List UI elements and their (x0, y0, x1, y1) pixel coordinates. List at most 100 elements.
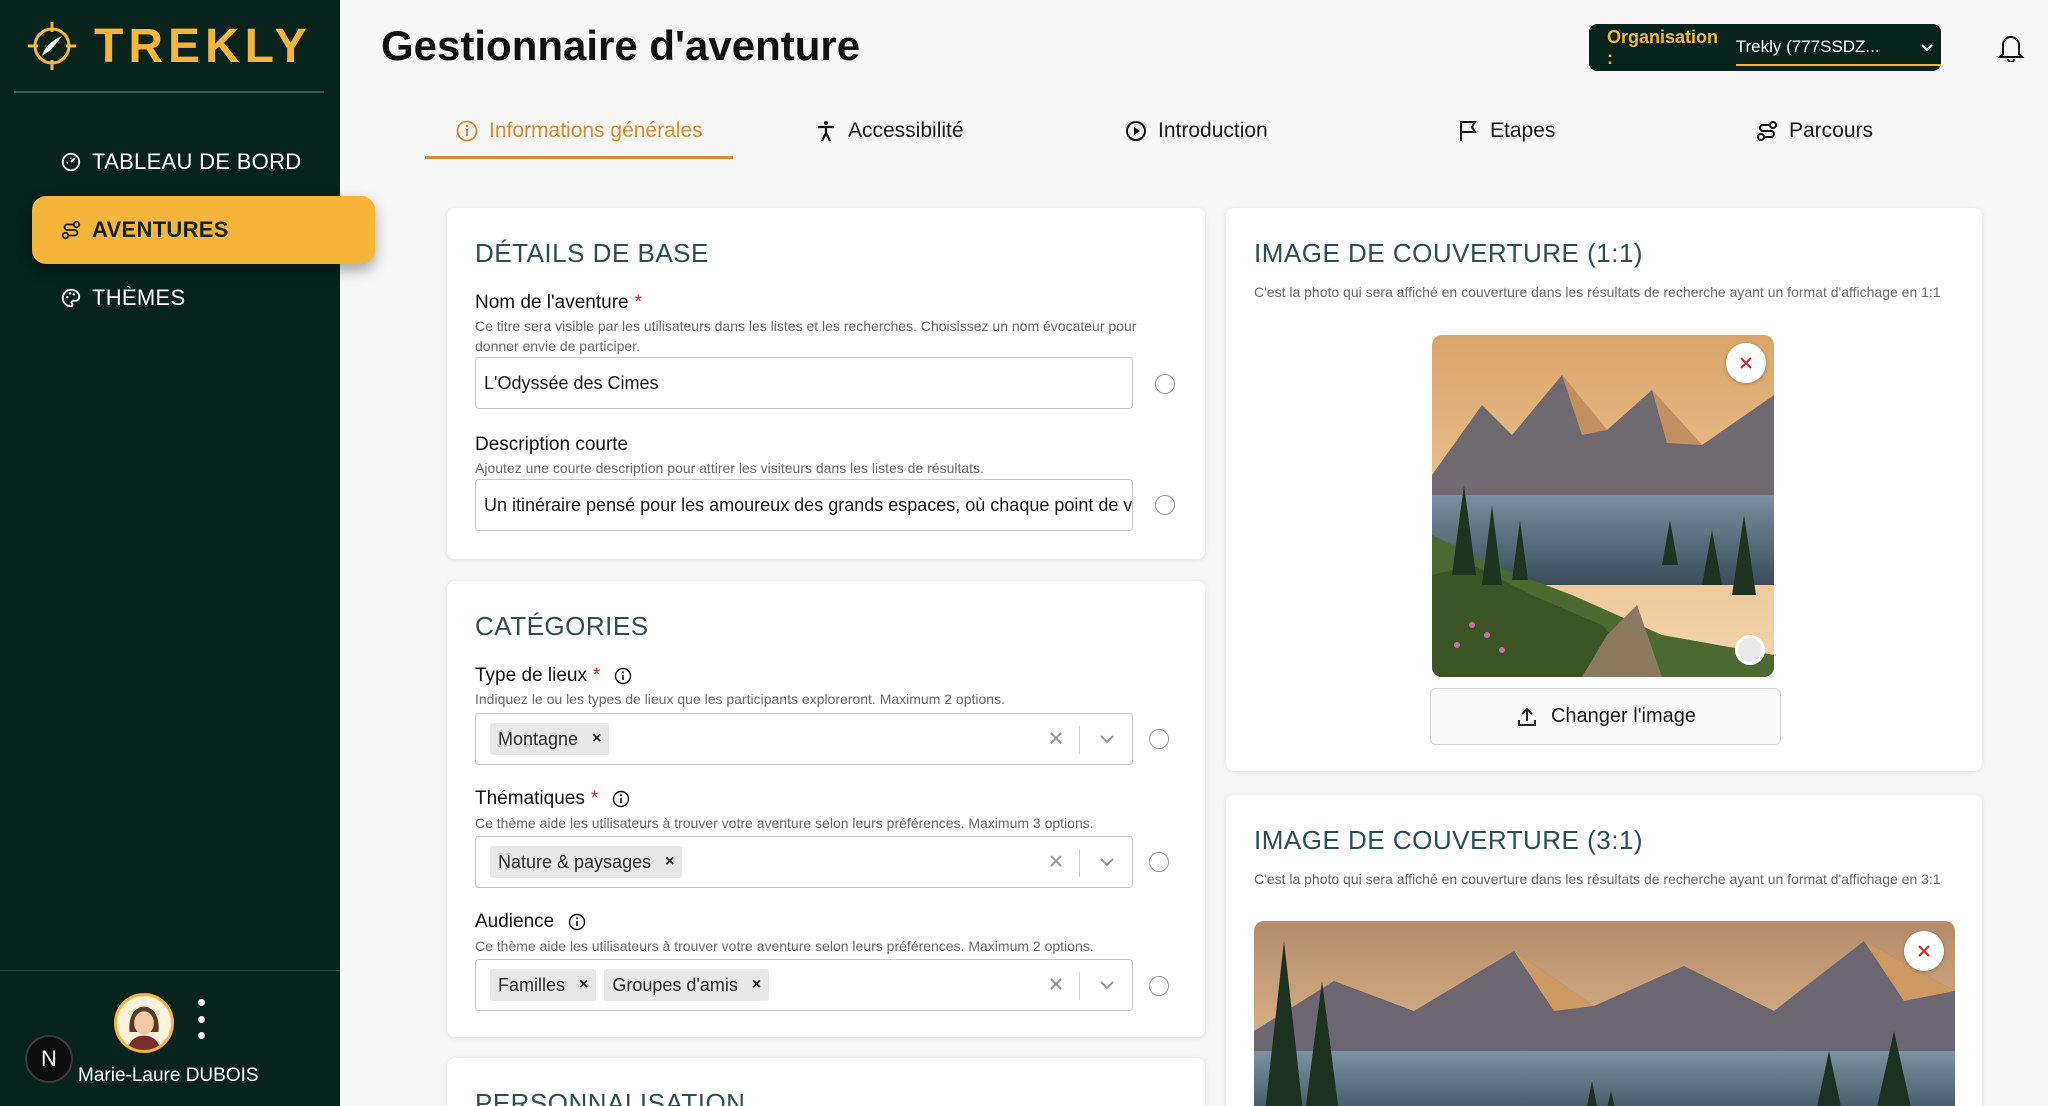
remove-image-button[interactable] (1726, 343, 1766, 383)
personalisation-title: PERSONNALISATION (475, 1088, 746, 1106)
details-card: DÉTAILS DE BASE Nom de l'aventure * Ce ti… (447, 208, 1205, 559)
active-tab-indicator (425, 156, 733, 159)
dashboard-icon (61, 152, 81, 172)
chevron-down-icon[interactable] (1096, 974, 1118, 996)
name-radio[interactable] (1155, 374, 1175, 394)
user-panel: N Marie-Laure DUBOIS (0, 970, 340, 1106)
short-desc-radio[interactable] (1155, 495, 1175, 515)
accessibility-icon (818, 121, 834, 142)
avatar[interactable] (114, 993, 174, 1053)
tab-label: Accessibilité (848, 119, 964, 142)
select-separator (1079, 726, 1080, 754)
route-icon (1757, 121, 1777, 141)
name-label: Nom de l'aventure (475, 292, 629, 313)
tab-etapes[interactable]: Etapes (1456, 110, 1555, 152)
tab-accessibilite[interactable]: Accessibilité (814, 110, 964, 152)
place-label: Type de lieux (475, 665, 587, 686)
logo[interactable]: TREKLY (24, 18, 312, 74)
notification-badge[interactable]: N (25, 1035, 73, 1083)
cover-wide-help: C'est la photo qui sera affiché en couve… (1254, 871, 1941, 887)
required-marker: * (634, 292, 643, 313)
select-separator (1079, 972, 1080, 1000)
bell-icon[interactable] (1997, 32, 2025, 62)
cover-square-card: IMAGE DE COUVERTURE (1:1) C'est la photo… (1226, 208, 1982, 771)
adventure-name-input[interactable]: L'Odyssée des Cimes (475, 357, 1133, 409)
tab-informations-generales[interactable]: Informations générales (455, 110, 703, 152)
chip: Nature & paysages × (490, 846, 683, 878)
sidebar-nav: TABLEAU DE BORD AVENTURES THÈMES (32, 128, 375, 332)
cover-square-help: C'est la photo qui sera affiché en couve… (1254, 284, 1941, 300)
info-icon[interactable] (568, 913, 586, 931)
logo-divider (14, 91, 324, 93)
place-radio[interactable] (1149, 729, 1169, 749)
change-image-button[interactable]: Changer l'image (1430, 688, 1781, 745)
personalisation-card: PERSONNALISATION (447, 1058, 1205, 1106)
tab-parcours[interactable]: Parcours (1755, 110, 1873, 152)
clear-icon[interactable] (1046, 851, 1066, 871)
organisation-value: Trekly (777SSDZ... (1735, 36, 1880, 56)
tab-label: Etapes (1490, 119, 1556, 142)
clear-icon[interactable] (1046, 728, 1066, 748)
tab-introduction[interactable]: Introduction (1124, 110, 1268, 152)
info-icon[interactable] (612, 790, 630, 808)
user-menu-button[interactable] (194, 999, 208, 1039)
remove-wide-image-button[interactable] (1904, 931, 1944, 971)
place-help: Indiquez le ou les types de lieux que le… (475, 691, 1005, 707)
play-icon (1126, 121, 1146, 141)
sidebar-item-dashboard[interactable]: TABLEAU DE BORD (32, 128, 375, 196)
info-icon[interactable] (614, 667, 632, 685)
cover-wide-image (1254, 921, 1955, 1106)
brand-name: TREKLY (94, 19, 312, 73)
theme-label-row: Thématiques * (475, 788, 630, 810)
user-avatar-icon (127, 1006, 161, 1050)
upload-icon (1517, 707, 1536, 726)
name-label-row: Nom de l'aventure * (475, 292, 642, 314)
audience-select[interactable]: Familles × Groupes d'amis × (475, 959, 1133, 1011)
theme-label: Thématiques (475, 788, 585, 809)
audience-label-row: Audience (475, 911, 586, 933)
short-desc-label-row: Description courte (475, 434, 628, 456)
sidebar-item-themes[interactable]: THÈMES (32, 264, 375, 332)
user-name: Marie-Laure DUBOIS (78, 1065, 259, 1086)
chip-label: Nature & paysages (498, 851, 652, 872)
short-description-input[interactable]: Un itinéraire pensé pour les amoureux de… (475, 479, 1133, 531)
mountain-lake-wide-image (1254, 921, 1955, 1106)
audience-radio[interactable] (1149, 976, 1169, 996)
place-type-select[interactable]: Montagne × (475, 713, 1133, 765)
flag-icon (1460, 121, 1477, 141)
route-icon (61, 220, 81, 240)
clear-icon[interactable] (1046, 974, 1066, 994)
cover-square-image (1432, 335, 1774, 677)
details-title: DÉTAILS DE BASE (475, 238, 709, 268)
theme-help: Ce thème aide les utilisateurs à trouver… (475, 815, 1094, 831)
organisation-selector: Organisation : Trekly (777SSDZ... (1589, 24, 1941, 71)
audience-help: Ce thème aide les utilisateurs à trouver… (475, 938, 1094, 954)
theme-radio[interactable] (1149, 852, 1169, 872)
organisation-dropdown[interactable]: Trekly (777SSDZ... (1735, 30, 1941, 66)
image-select-radio[interactable] (1735, 635, 1765, 665)
chip-remove-icon[interactable]: × (592, 730, 601, 748)
sidebar-item-aventures[interactable]: AVENTURES (32, 196, 375, 264)
short-desc-label: Description courte (475, 434, 629, 455)
chevron-down-icon (1921, 43, 1933, 51)
sidebar: TREKLY TABLEAU DE BORD AVENTURES THÈMES … (0, 0, 375, 1106)
page-title: Gestionnaire d'aventure (381, 22, 861, 69)
categories-card: CATÉGORIES Type de lieux * Indiquez le ou… (447, 581, 1205, 1037)
info-icon (456, 120, 478, 142)
compass-logo-icon (28, 22, 76, 70)
sidebar-item-label: THÈMES (92, 285, 186, 310)
chip: Groupes d'amis × (604, 969, 770, 1001)
themes-select[interactable]: Nature & paysages × (475, 836, 1133, 888)
chevron-down-icon[interactable] (1096, 851, 1118, 873)
change-image-label: Changer l'image (1550, 705, 1696, 727)
place-label-row: Type de lieux * (475, 665, 632, 687)
palette-icon (61, 288, 81, 308)
categories-title: CATÉGORIES (475, 611, 649, 641)
chip-remove-icon[interactable]: × (752, 976, 761, 994)
mountain-lake-image (1432, 335, 1774, 677)
chip-remove-icon[interactable]: × (579, 976, 588, 994)
tab-label: Introduction (1158, 119, 1268, 142)
chevron-down-icon[interactable] (1096, 728, 1118, 750)
close-icon (1740, 357, 1752, 369)
chip-remove-icon[interactable]: × (665, 853, 674, 871)
